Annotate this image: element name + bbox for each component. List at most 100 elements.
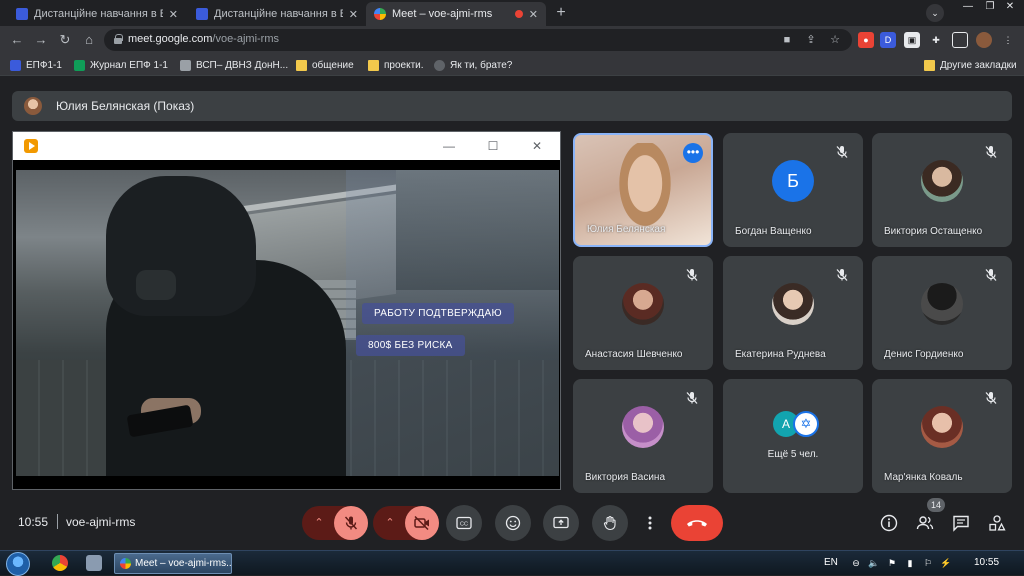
side-panel-icon[interactable] (952, 32, 968, 48)
volume-icon[interactable]: 🔈 (868, 557, 880, 569)
home-button[interactable]: ⌂ (80, 31, 98, 49)
bookmark-star-icon[interactable]: ☆ (828, 33, 842, 47)
folder-icon (924, 59, 935, 71)
lock-icon (114, 34, 123, 44)
participant-tile[interactable]: Анастасия Шевченко (573, 256, 713, 370)
bookmark-item[interactable]: проекти. (368, 57, 424, 73)
participant-tile[interactable]: Виктория Остащенко (872, 133, 1012, 247)
camera-indicator-icon[interactable]: ■ (780, 33, 794, 47)
profile-avatar[interactable] (976, 32, 992, 48)
menu-icon[interactable]: ⋮ (1000, 32, 1016, 48)
mic-off-icon (984, 145, 998, 159)
mic-off-icon (344, 516, 358, 530)
participant-tile[interactable]: Мар'янка Коваль (872, 379, 1012, 493)
leave-call-button[interactable] (671, 505, 723, 541)
meet-icon (374, 8, 386, 20)
people-button[interactable] (916, 514, 934, 532)
chevron-up-icon[interactable]: ⌃ (312, 516, 326, 530)
camera-off-icon (414, 515, 429, 531)
chrome-icon[interactable] (52, 555, 68, 571)
participant-tile[interactable]: Денис Гордиенко (872, 256, 1012, 370)
taskbar-task-label: Meet – voe-ajmi-rms... (135, 558, 232, 569)
address-bar[interactable]: meet.google.com/voe-ajmi-rms ■ ⇪ ☆ (104, 29, 852, 51)
bookmark-item[interactable]: Як ти, брате? (434, 57, 512, 73)
close-icon[interactable]: ✕ (169, 8, 178, 21)
more-options-button[interactable] (632, 505, 668, 541)
meeting-controls: 10:55 voe-ajmi-rms ⌃ ⌃ CC (0, 496, 1024, 548)
bookmark-label: Журнал ЕПФ 1-1 (90, 59, 168, 71)
meeting-code: voe-ajmi-rms (66, 515, 136, 529)
taskbar-task-chrome[interactable]: Meet – voe-ajmi-rms... (114, 553, 232, 574)
back-button[interactable]: ← (8, 31, 26, 49)
close-window-button[interactable]: ✕ (998, 0, 1022, 14)
url-text[interactable]: meet.google.com/voe-ajmi-rms (128, 33, 279, 45)
mic-toggle-button[interactable] (334, 506, 368, 540)
taskbar-clock: 10:55 (974, 557, 1000, 568)
bookmark-item[interactable]: Журнал ЕПФ 1-1 (74, 57, 168, 73)
extension-icon[interactable]: ● (858, 32, 874, 48)
participant-tile[interactable]: Б Богдан Ващенко (723, 133, 863, 247)
raise-hand-button[interactable] (592, 505, 628, 541)
participant-tile-featured[interactable]: ••• Юлия Белянская (573, 133, 713, 247)
browser-tab-2[interactable]: Дистанційне навчання в ВСП ✕ (188, 2, 366, 26)
save-icon[interactable] (86, 555, 102, 571)
bookmark-item[interactable]: ВСП– ДВНЗ ДонН... (180, 57, 288, 73)
other-bookmarks[interactable]: Другие закладки (924, 57, 1017, 73)
start-button[interactable] (6, 552, 30, 576)
chat-icon (953, 515, 969, 532)
sheets-icon (74, 59, 85, 71)
meeting-details-button[interactable] (880, 514, 898, 532)
language-indicator[interactable]: EN (824, 557, 838, 568)
close-icon[interactable]: ✕ (349, 8, 358, 21)
new-tab-button[interactable]: + (552, 4, 570, 22)
participant-name: Виктория Васина (585, 472, 666, 483)
network-icon[interactable]: ▮ (904, 557, 916, 569)
extension-icon[interactable]: ▣ (904, 32, 920, 48)
captions-button[interactable]: CC (446, 505, 482, 541)
bookmarks-bar: ЕПФ1-1 Журнал ЕПФ 1-1 ВСП– ДВНЗ ДонН... … (0, 54, 1024, 76)
participant-tile[interactable]: Виктория Васина (573, 379, 713, 493)
windows-taskbar: Meet – voe-ajmi-rms... EN ⊖ 🔈 ⚑ ▮ ⚐ ⚡ 10… (0, 550, 1024, 576)
video-overlay-text-2: 800$ БЕЗ РИСКА (356, 335, 465, 356)
browser-tab-1[interactable]: Дистанційне навчання в ВСП ✕ (8, 2, 186, 26)
video-hood (106, 176, 256, 316)
tab-search-button[interactable]: ⌄ (926, 4, 944, 22)
forward-button[interactable]: → (32, 31, 50, 49)
participant-name: Мар'янка Коваль (884, 472, 963, 483)
share-icon[interactable]: ⇪ (804, 33, 818, 47)
flag-icon[interactable]: ⚐ (922, 557, 934, 569)
browser-toolbar: ← → ↻ ⌂ meet.google.com/voe-ajmi-rms ■ ⇪… (0, 26, 1024, 54)
participant-tile-group[interactable]: А Ещё 5 чел. (723, 379, 863, 493)
media-player-icon (24, 139, 38, 153)
bookmark-label: общение (312, 59, 354, 71)
puzzle-icon[interactable]: ✚ (928, 32, 944, 48)
image-icon (180, 59, 191, 71)
bookmark-item[interactable]: ЕПФ1-1 (10, 57, 62, 73)
chevron-up-icon[interactable]: ⌃ (383, 516, 397, 530)
bookmark-item[interactable]: общение (296, 57, 354, 73)
url-path: /voe-ajmi-rms (212, 33, 280, 45)
avatar: Б (772, 159, 814, 202)
browser-tab-meet[interactable]: Meet – voe-ajmi-rms ✕ (366, 2, 546, 26)
shield-icon[interactable]: ⚑ (886, 557, 898, 569)
bookmark-label: ЕПФ1-1 (26, 59, 62, 71)
activities-button[interactable] (988, 514, 1006, 532)
minus-icon[interactable]: ⊖ (850, 557, 862, 569)
power-icon[interactable]: ⚡ (940, 557, 952, 569)
more-vert-icon (648, 516, 652, 530)
participant-tile[interactable]: Екатерина Руднева (723, 256, 863, 370)
meeting-clock: 10:55 (18, 515, 49, 529)
camera-toggle-button[interactable] (405, 506, 439, 540)
present-button[interactable] (543, 505, 579, 541)
camera-control[interactable]: ⌃ (373, 506, 439, 540)
chat-button[interactable] (952, 514, 970, 532)
video-overlay-text-1: РАБОТУ ПОДТВЕРЖДАЮ (362, 303, 514, 324)
close-icon[interactable]: ✕ (529, 8, 538, 21)
more-options-icon[interactable]: ••• (683, 143, 703, 163)
mic-off-icon (984, 391, 998, 405)
minimize-button[interactable]: — (956, 0, 980, 14)
reload-button[interactable]: ↻ (56, 31, 74, 49)
reactions-button[interactable] (495, 505, 531, 541)
mic-control[interactable]: ⌃ (302, 506, 368, 540)
extension-icon[interactable]: D (880, 32, 896, 48)
